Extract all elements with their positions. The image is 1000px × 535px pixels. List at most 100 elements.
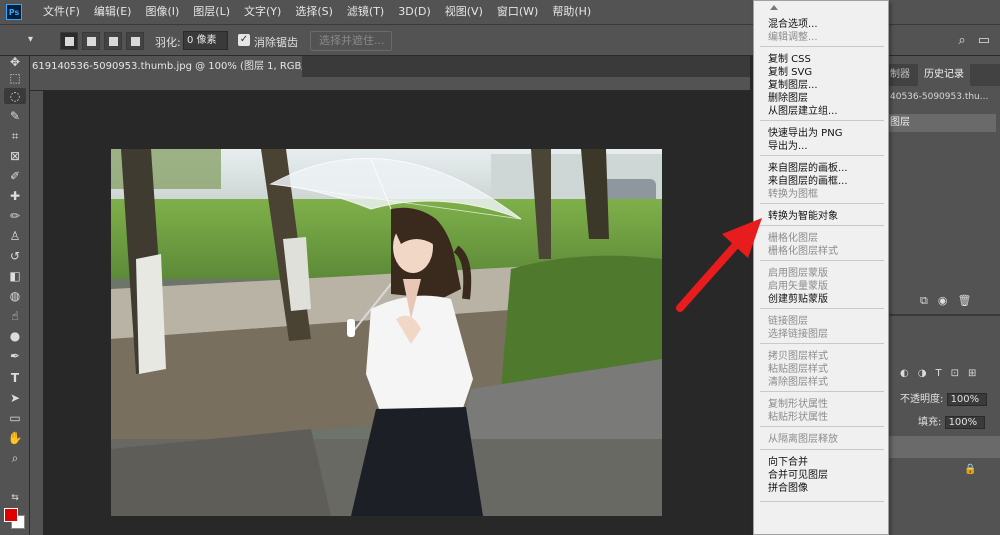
horizontal-ruler [30,77,750,91]
context-menu-item[interactable]: 复制图层... [768,80,818,92]
context-menu-item[interactable]: 合并可见图层 [768,470,828,482]
menu-separator [760,203,884,204]
fill-control: 填充: 100% [918,413,985,429]
search-icon[interactable]: ⌕ [958,33,965,48]
history-item[interactable]: 图层 [888,114,996,132]
menu-item[interactable]: 编辑(E) [87,0,139,24]
menu-item[interactable]: 3D(D) [391,0,438,24]
opacity-label: 不透明度: [900,394,944,405]
subtract-from-selection-button[interactable] [104,32,122,50]
eyedropper-tool-icon[interactable]: ✐ [7,168,23,184]
menu-item[interactable]: 文字(Y) [237,0,288,24]
context-menu-item[interactable]: 快速导出为 PNG [768,128,842,140]
history-snapshot-file[interactable]: 40536-5090953.thu... [890,92,988,102]
crop-tool-icon[interactable]: ⌗ [7,128,23,144]
zoom-tool-icon[interactable]: ⌕ [7,450,23,466]
red-annotation-arrow [676,218,762,312]
context-menu-item: 栅格化图层样式 [768,246,838,257]
context-menu-item[interactable]: 来自图层的画框... [768,176,848,188]
pixel-filter-icon[interactable]: ◐ [900,368,909,379]
tab-history[interactable]: 历史记录 [918,64,970,86]
lasso-tool-icon[interactable]: ◌ [4,88,26,104]
new-document-from-state-icon[interactable]: ⧉ [920,294,928,308]
context-menu-item[interactable]: 来自图层的画板... [768,163,848,175]
context-menu-item[interactable]: 从图层建立组... [768,106,838,118]
layer-row[interactable] [888,436,1000,458]
context-menu-item[interactable]: 向下合并 [768,457,808,469]
rectangle-tool-icon[interactable]: ▭ [7,410,23,426]
scroll-up-arrow-icon[interactable] [770,5,778,10]
context-menu-item: 从隔离图层释放 [768,434,838,445]
menu-separator [760,426,884,427]
menu-item[interactable]: 图层(L) [186,0,237,24]
tab-properties[interactable]: 制器 [890,64,910,86]
photo-illustration [111,149,662,516]
smart-object-filter-icon[interactable]: ⊞ [968,368,976,379]
adjustment-filter-icon[interactable]: ◑ [918,368,927,379]
brush-tool-icon[interactable]: ✏ [7,208,23,224]
context-menu-item[interactable]: 混合选项... [768,19,818,31]
add-to-selection-button[interactable] [82,32,100,50]
antialias-checkbox[interactable]: ✓ [238,34,250,46]
context-menu-item: 粘贴图层样式 [768,364,828,375]
context-menu-item[interactable]: 拼合图像 [768,483,808,495]
marquee-tool-icon[interactable]: ⬚ [7,70,23,86]
smudge-tool-icon[interactable]: ☝ [7,308,23,324]
canvas-photo[interactable] [111,149,662,516]
menu-item[interactable]: 帮助(H) [545,0,598,24]
type-filter-icon[interactable]: T [935,368,941,379]
dodge-tool-icon[interactable]: ● [7,328,23,344]
quick-selection-tool-icon[interactable]: ✎ [7,108,23,124]
menu-item[interactable]: 选择(S) [288,0,340,24]
context-menu-item[interactable]: 复制 CSS [768,54,811,66]
select-and-mask-button[interactable]: 选择并遮住... [310,31,392,51]
lock-icon[interactable]: 🔒 [964,464,976,475]
paint-bucket-tool-icon[interactable]: ◍ [7,288,23,304]
intersect-selection-button[interactable] [126,32,144,50]
context-menu-item[interactable]: 复制 SVG [768,67,812,79]
context-menu-item[interactable]: 创建剪贴蒙版 [768,294,828,306]
context-menu-item: 复制形状属性 [768,399,828,410]
layer-context-menu: 混合选项... 编辑调整... 复制 CSS 复制 SVG 复制图层... 删除图层 从图层… [753,0,889,535]
options-right-icons: ⌕ ▭ [958,33,990,48]
pen-tool-icon[interactable]: ✒ [7,348,23,364]
tool-preset-chevron-icon[interactable]: ▾ [28,34,33,45]
feather-input[interactable]: 0 像素 [183,31,228,50]
vertical-ruler [30,91,44,535]
context-menu-item: 编辑调整... [768,32,818,43]
subtract-selection-icon [108,36,118,46]
path-selection-tool-icon[interactable]: ➤ [7,390,23,406]
trash-icon[interactable]: 🗑 [957,294,971,308]
clone-stamp-tool-icon[interactable]: ♙ [7,228,23,244]
menu-item[interactable]: 视图(V) [438,0,490,24]
menu-separator [760,260,884,261]
camera-icon[interactable]: ◉ [938,294,948,308]
menu-item[interactable]: 窗口(W) [490,0,545,24]
layer-filter-icons: ◐ ◑ T ⊡ ⊞ [900,368,976,379]
eraser-tool-icon[interactable]: ◧ [7,268,23,284]
workspace-icon[interactable]: ▭ [978,33,990,48]
swap-colors-icon[interactable]: ⇆ [7,490,23,506]
history-brush-tool-icon[interactable]: ↺ [7,248,23,264]
menu-item[interactable]: 图像(I) [138,0,186,24]
photoshop-logo-icon: Ps [6,4,22,20]
hand-tool-icon[interactable]: ✋ [7,430,23,446]
healing-brush-tool-icon[interactable]: ✚ [7,188,23,204]
fill-field[interactable]: 100% [944,416,985,429]
shape-filter-icon[interactable]: ⊡ [951,368,959,379]
menu-item[interactable]: 文件(F) [36,0,87,24]
new-selection-button[interactable] [60,32,78,50]
menu-item[interactable]: 滤镜(T) [340,0,391,24]
context-menu-item[interactable]: 转换为智能对象 [768,211,838,223]
type-tool-icon[interactable]: T [7,370,23,386]
context-menu-item[interactable]: 导出为... [768,141,808,153]
opacity-field[interactable]: 100% [946,393,987,406]
menu-separator [760,120,884,121]
document-tab[interactable]: 619140536-5090953.thumb.jpg @ 100% (图层 1… [30,56,302,77]
menu-separator [760,449,884,450]
move-tool-icon[interactable]: ✥ [7,54,23,70]
frame-tool-icon[interactable]: ⊠ [7,148,23,164]
foreground-color-swatch[interactable] [4,508,18,522]
context-menu-item[interactable]: 删除图层 [768,93,808,105]
photoshop-window: Ps 文件(F) 编辑(E) 图像(I) 图层(L) 文字(Y) 选择(S) 滤镜(T) 3D… [0,0,1000,535]
